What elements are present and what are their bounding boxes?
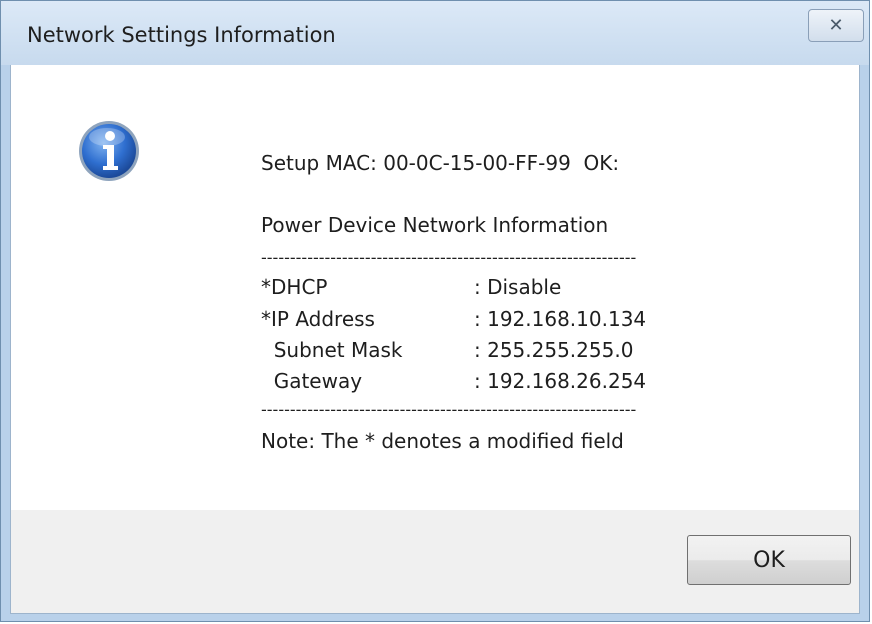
ip-address-value: : 192.168.10.134 bbox=[474, 307, 647, 331]
dialog-window: Network Settings Information ✕ Setup MAC… bbox=[0, 0, 870, 622]
setup-mac-text: Setup MAC: 00-0C-15-00-FF-99 OK: bbox=[261, 151, 620, 175]
note-text: Note: The * denotes a modified field bbox=[261, 429, 624, 453]
window-title: Network Settings Information bbox=[27, 23, 336, 47]
separator-bottom: ----------------------------------------… bbox=[261, 400, 637, 419]
close-icon: ✕ bbox=[828, 15, 844, 36]
info-icon bbox=[79, 121, 139, 181]
subnet-mask-value: : 255.255.255.0 bbox=[474, 338, 634, 362]
section-title: Power Device Network Information bbox=[261, 213, 609, 237]
dhcp-value: : Disable bbox=[474, 275, 562, 299]
close-button[interactable]: ✕ bbox=[808, 9, 864, 42]
ip-address-label: *IP Address bbox=[261, 307, 375, 331]
subnet-mask-label: Subnet Mask bbox=[261, 338, 403, 362]
button-bar: OK bbox=[10, 510, 860, 614]
gateway-label: Gateway bbox=[261, 369, 363, 393]
gateway-value: : 192.168.26.254 bbox=[474, 369, 647, 393]
title-bar[interactable]: Network Settings Information ✕ bbox=[1, 1, 869, 65]
message-area: Setup MAC: 00-0C-15-00-FF-99 OK: Power D… bbox=[10, 65, 860, 510]
dhcp-label: *DHCP bbox=[261, 275, 328, 299]
separator-top: ----------------------------------------… bbox=[261, 248, 637, 267]
ok-button[interactable]: OK bbox=[687, 535, 851, 585]
